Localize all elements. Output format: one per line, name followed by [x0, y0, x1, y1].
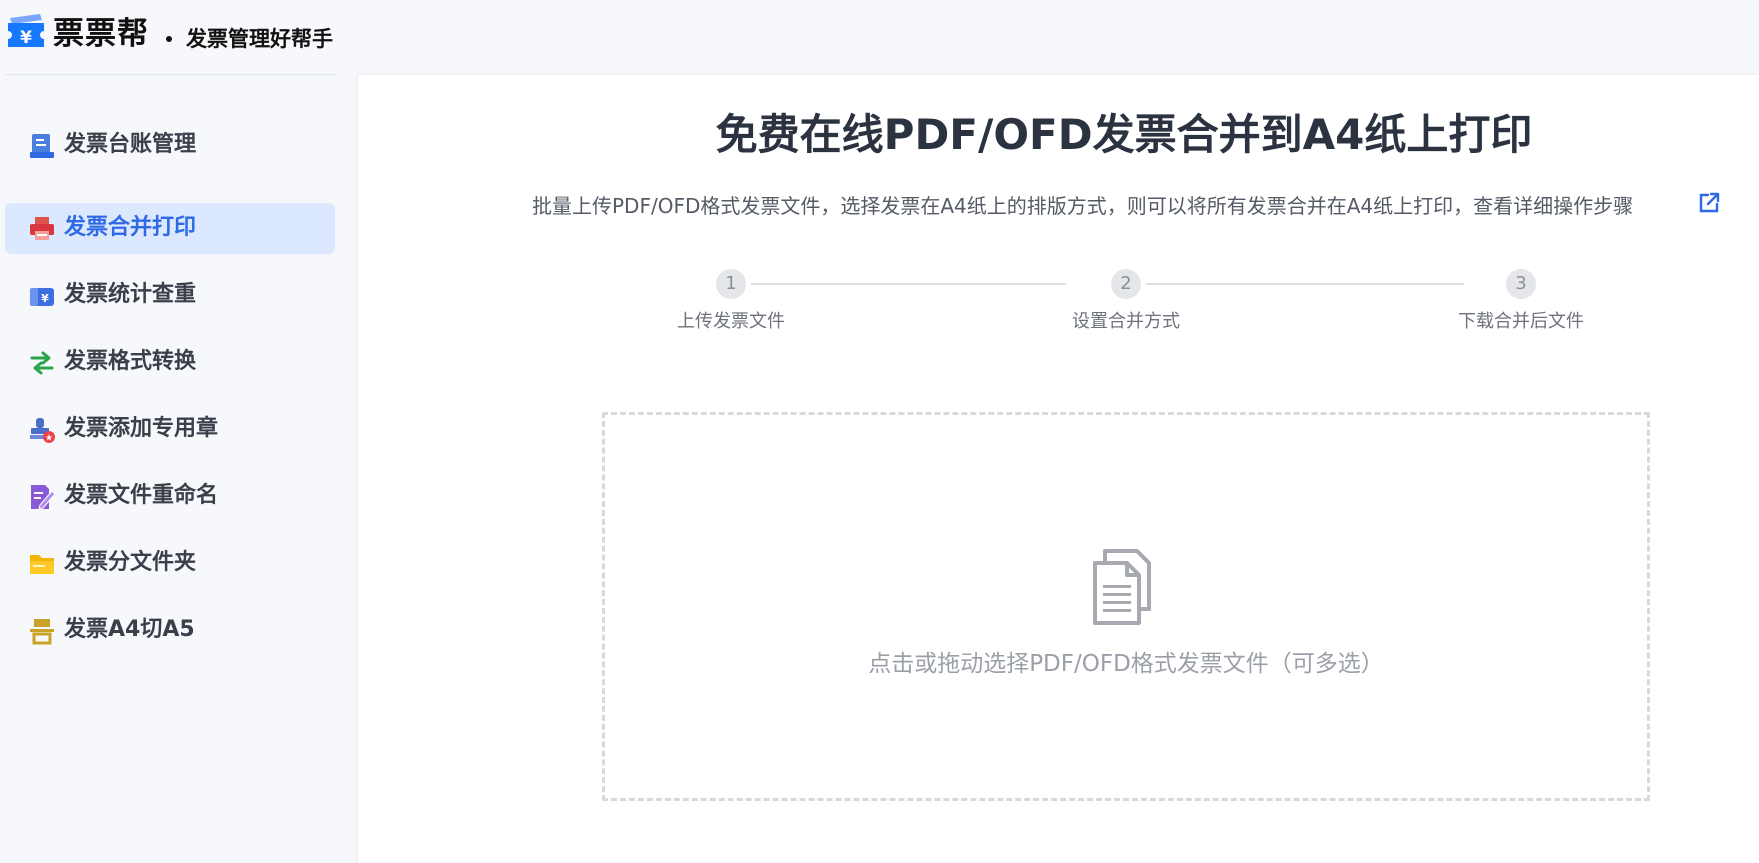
upload-hint: 点击或拖动选择PDF/OFD格式发票文件（可多选）	[868, 651, 1384, 677]
sidebar-item-label: 发票添加专用章	[64, 416, 219, 441]
sidebar-item-label: 发票文件重命名	[64, 483, 219, 508]
sidebar-item-add-stamp[interactable]: ★ 发票添加专用章	[5, 404, 335, 455]
sidebar-item-ledger[interactable]: 发票台账管理	[5, 120, 335, 171]
stamp-icon: ★	[30, 418, 55, 444]
svg-text:★: ★	[45, 434, 53, 444]
edit-document-icon	[31, 485, 56, 510]
app-header: ¥ 票票帮 发票管理好帮手	[0, 0, 1759, 75]
folder-icon	[30, 555, 54, 574]
step-connector	[1146, 283, 1464, 285]
brand-slogan: 发票管理好帮手	[186, 27, 333, 51]
svg-text:¥: ¥	[41, 292, 49, 305]
sidebar-item-rename[interactable]: 发票文件重命名	[5, 471, 335, 522]
printer-icon	[30, 217, 54, 240]
brand-name[interactable]: 票票帮	[53, 14, 149, 54]
ticket-yen-icon[interactable]: ¥	[6, 14, 46, 52]
sidebar-item-label: 发票统计查重	[64, 282, 197, 307]
sidebar-item-label: 发票A4切A5	[64, 617, 195, 642]
step-connector	[751, 283, 1066, 285]
sidebar-item-label: 发票台账管理	[64, 132, 197, 157]
brand-separator-dot	[166, 36, 172, 42]
sidebar-item-statistics[interactable]: ¥ 发票统计查重	[5, 270, 335, 321]
step-2-label: 设置合并方式	[1072, 311, 1180, 332]
page-title: 免费在线PDF/OFD发票合并到A4纸上打印	[715, 110, 1533, 159]
documents-icon	[1093, 549, 1151, 625]
sidebar-item-a4-to-a5[interactable]: 发票A4切A5	[5, 605, 335, 656]
sidebar-item-label: 发票合并打印	[64, 215, 197, 240]
main-content: 免费在线PDF/OFD发票合并到A4纸上打印 批量上传PDF/OFD格式发票文件…	[358, 75, 1759, 863]
file-upload-dropzone[interactable]: 点击或拖动选择PDF/OFD格式发票文件（可多选）	[602, 412, 1650, 801]
sidebar-item-merge-print[interactable]: 发票合并打印	[5, 203, 335, 254]
stats-wallet-icon: ¥	[30, 288, 54, 306]
sidebar-item-format-convert[interactable]: 发票格式转换	[5, 337, 335, 388]
sidebar-item-folders[interactable]: 发票分文件夹	[5, 538, 335, 589]
sidebar-item-label: 发票分文件夹	[64, 550, 197, 575]
page-description: 批量上传PDF/OFD格式发票文件，选择发票在A4纸上的排版方式，则可以将所有发…	[532, 194, 1634, 218]
external-link-icon[interactable]	[1697, 191, 1721, 215]
convert-arrows-icon	[30, 351, 54, 375]
ledger-icon	[30, 134, 54, 158]
step-1-label: 上传发票文件	[677, 311, 785, 332]
sidebar-item-label: 发票格式转换	[64, 349, 197, 374]
sidebar: 发票台账管理 发票合并打印 ¥ 发票统计查重 发票格式转换 ★ 发票添加专用章 …	[0, 75, 358, 863]
step-3-indicator: 3	[1506, 269, 1536, 299]
step-1-indicator: 1	[716, 269, 746, 299]
step-2-indicator: 2	[1111, 269, 1141, 299]
step-3-label: 下载合并后文件	[1458, 311, 1584, 332]
cut-page-icon	[30, 619, 54, 645]
svg-text:¥: ¥	[20, 28, 32, 48]
